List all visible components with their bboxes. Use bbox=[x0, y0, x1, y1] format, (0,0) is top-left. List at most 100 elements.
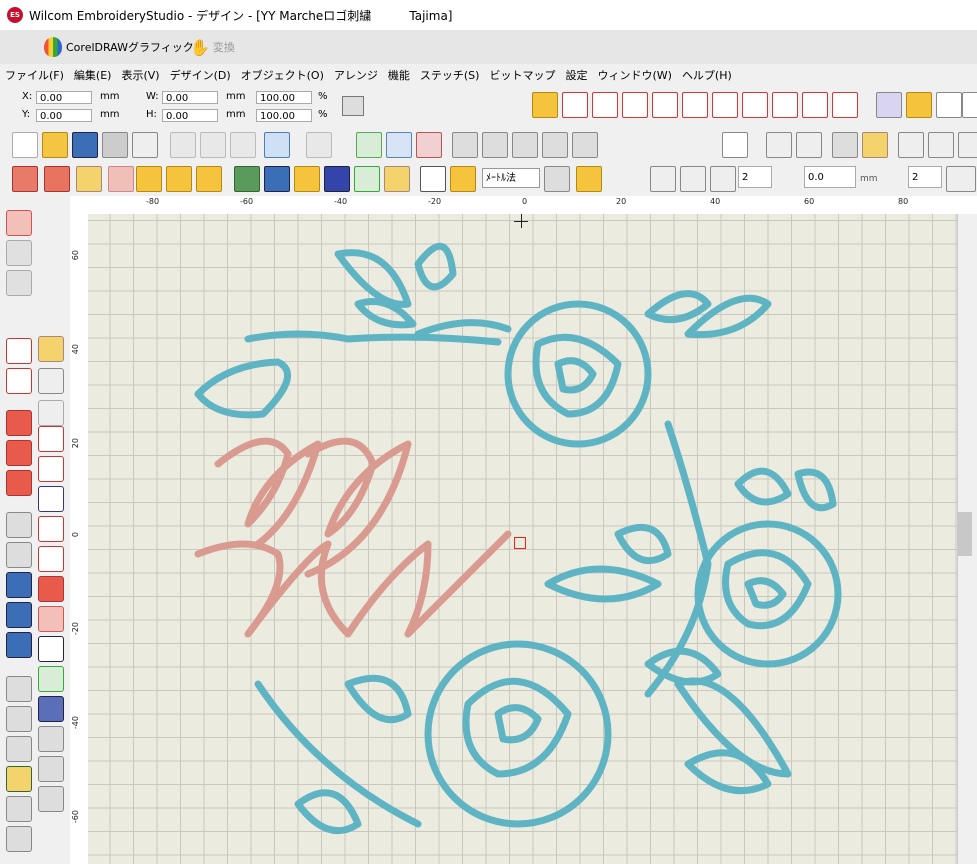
hexagon-fill-tool-icon[interactable] bbox=[6, 766, 32, 792]
ruler-grid-icon[interactable] bbox=[450, 166, 476, 192]
width-input[interactable]: 0.00 bbox=[162, 91, 218, 104]
pattern-leaf-icon[interactable] bbox=[108, 166, 134, 192]
offset-icon[interactable] bbox=[680, 166, 706, 192]
partial-appliqué-tool-icon[interactable] bbox=[6, 270, 32, 296]
print-preview-icon[interactable] bbox=[132, 132, 158, 158]
convert-button[interactable]: ✋ 変換 bbox=[190, 34, 235, 60]
cross-stitch-icon[interactable] bbox=[712, 92, 738, 118]
object-properties-icon[interactable] bbox=[906, 92, 932, 118]
spacing-icon[interactable] bbox=[946, 166, 976, 192]
measurement-select[interactable]: ﾒｰﾄﾙ法 bbox=[482, 168, 540, 188]
unlock-icon[interactable] bbox=[862, 132, 888, 158]
bitmap-landscape-icon[interactable] bbox=[234, 166, 260, 192]
lock-proportion-icon[interactable] bbox=[342, 96, 364, 116]
stitch-player-icon[interactable] bbox=[356, 132, 382, 158]
color-palette-icon[interactable] bbox=[876, 92, 902, 118]
tatami-fill-tool-icon[interactable] bbox=[38, 576, 64, 602]
height-percent-input[interactable]: 100.00 bbox=[256, 109, 312, 122]
menu-settings[interactable]: 設定 bbox=[560, 67, 592, 83]
lettering-tool-icon[interactable] bbox=[38, 636, 64, 662]
menu-arrange[interactable]: アレンジ bbox=[329, 67, 383, 83]
redo-icon[interactable] bbox=[306, 132, 332, 158]
stitch-angle-tool-icon[interactable] bbox=[38, 756, 64, 782]
group-icon[interactable] bbox=[766, 132, 792, 158]
width-percent-input[interactable]: 100.00 bbox=[256, 91, 312, 104]
offset-input[interactable]: 0.0 bbox=[804, 166, 856, 188]
curve-stitch-tool-icon[interactable] bbox=[6, 542, 32, 568]
node-line-tool-icon[interactable] bbox=[38, 546, 64, 572]
count-input[interactable]: 2 bbox=[738, 166, 772, 188]
y-input[interactable]: 0.00 bbox=[36, 109, 92, 122]
card-writer-icon[interactable] bbox=[542, 132, 568, 158]
arc-stitch-tool-icon[interactable] bbox=[38, 400, 64, 426]
v-stitch-icon[interactable] bbox=[622, 92, 648, 118]
pin-tool-icon[interactable] bbox=[38, 726, 64, 752]
menu-file[interactable]: ファイル(F) bbox=[0, 67, 69, 83]
polyline-select-tool-icon[interactable] bbox=[38, 368, 64, 394]
menu-help[interactable]: ヘルプ(H) bbox=[677, 67, 737, 83]
digitize-open-shape-tool-icon[interactable] bbox=[6, 338, 32, 364]
pen-tool-icon[interactable] bbox=[38, 786, 64, 812]
menu-object[interactable]: オブジェクト(O) bbox=[236, 67, 329, 83]
height-input[interactable]: 0.00 bbox=[162, 109, 218, 122]
paste-icon[interactable] bbox=[230, 132, 256, 158]
x-input[interactable]: 0.00 bbox=[36, 91, 92, 104]
rotate-icon[interactable] bbox=[958, 132, 977, 158]
monogram-tool-icon[interactable] bbox=[38, 696, 64, 722]
wave-stitch-tool-icon[interactable] bbox=[38, 426, 64, 452]
scrollbar-thumb[interactable] bbox=[958, 512, 972, 556]
copy-icon[interactable] bbox=[200, 132, 226, 158]
cut-icon[interactable] bbox=[170, 132, 196, 158]
menu-function[interactable]: 機能 bbox=[383, 67, 415, 83]
wreath-icon[interactable] bbox=[354, 166, 380, 192]
undo-icon[interactable] bbox=[264, 132, 290, 158]
view-design-icon[interactable] bbox=[722, 132, 748, 158]
digitize-closed-shape-tool-icon[interactable] bbox=[6, 368, 32, 394]
machine-format-icon[interactable] bbox=[512, 132, 538, 158]
sew-out-tool-icon[interactable] bbox=[6, 706, 32, 732]
leaf-shape-icon[interactable] bbox=[12, 166, 38, 192]
flower-fill-tool-icon[interactable] bbox=[6, 440, 32, 466]
reshape-icon[interactable] bbox=[576, 166, 602, 192]
coreldraw-graphics-button[interactable]: CorelDRAWグラフィック bbox=[44, 34, 194, 60]
design-canvas[interactable] bbox=[88, 214, 957, 864]
grid-icon[interactable] bbox=[420, 166, 446, 192]
motif-fill-icon[interactable] bbox=[772, 92, 798, 118]
print-icon[interactable] bbox=[102, 132, 128, 158]
new-file-icon[interactable] bbox=[12, 132, 38, 158]
satin-leaf-icon[interactable] bbox=[44, 166, 70, 192]
hoop-tool-icon[interactable] bbox=[6, 676, 32, 702]
shirt-icon[interactable] bbox=[324, 166, 350, 192]
appliqué-icon[interactable] bbox=[294, 166, 320, 192]
count2-input[interactable]: 2 bbox=[908, 166, 942, 188]
needle-tool-icon[interactable] bbox=[6, 826, 32, 852]
rectangle-shape-tool-icon[interactable] bbox=[6, 572, 32, 598]
tatami-stitch-icon[interactable] bbox=[652, 92, 678, 118]
run-stitch-icon[interactable] bbox=[136, 166, 162, 192]
menu-design[interactable]: デザイン(D) bbox=[165, 67, 236, 83]
mirror-icon[interactable] bbox=[928, 132, 954, 158]
menu-stitch[interactable]: ステッチ(S) bbox=[415, 67, 485, 83]
open-folder-icon[interactable] bbox=[42, 132, 68, 158]
contour-fill-icon[interactable] bbox=[742, 92, 768, 118]
fish-motif-icon[interactable] bbox=[196, 166, 222, 192]
step-fill-icon[interactable] bbox=[682, 92, 708, 118]
fill-leaf-icon[interactable] bbox=[76, 166, 102, 192]
satin-stitch-icon[interactable] bbox=[532, 92, 558, 118]
color-balls-icon[interactable] bbox=[416, 132, 442, 158]
align-icon[interactable] bbox=[898, 132, 924, 158]
remove-overlap-icon[interactable] bbox=[710, 166, 736, 192]
fill-circle-tool-icon[interactable] bbox=[6, 410, 32, 436]
send-machine-icon[interactable] bbox=[452, 132, 478, 158]
zoom-tool-icon[interactable] bbox=[572, 132, 598, 158]
menu-edit[interactable]: 編集(E) bbox=[69, 67, 117, 83]
zigzag-stitch-icon[interactable] bbox=[562, 92, 588, 118]
color-grid-icon[interactable] bbox=[936, 92, 962, 118]
overflow-icon[interactable] bbox=[962, 92, 977, 118]
run-line-tool-icon[interactable] bbox=[38, 516, 64, 542]
appliqué-shape-tool-icon[interactable] bbox=[38, 606, 64, 632]
team-names-tool-icon[interactable] bbox=[38, 666, 64, 692]
sculpture-fill-icon[interactable] bbox=[832, 92, 858, 118]
lock-icon[interactable] bbox=[832, 132, 858, 158]
triangle-tool-icon[interactable] bbox=[6, 796, 32, 822]
